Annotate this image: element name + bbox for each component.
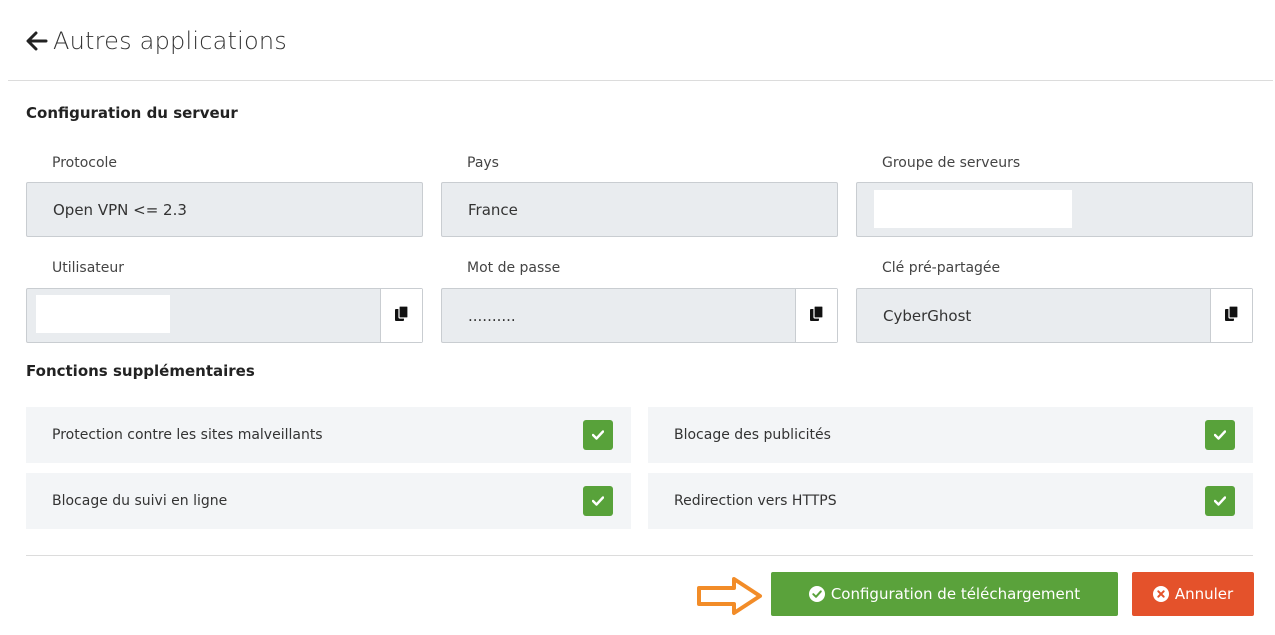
country-label: Pays — [467, 155, 499, 171]
country-value: France — [468, 200, 518, 219]
check-icon — [592, 496, 604, 506]
feature-row: Blocage des publicités — [648, 407, 1253, 463]
feature-label: Blocage du suivi en ligne — [52, 493, 228, 509]
password-field[interactable]: .......... — [441, 288, 838, 343]
psk-field[interactable]: CyberGhost — [856, 288, 1253, 343]
copy-password-button[interactable] — [795, 289, 837, 342]
copy-icon — [809, 304, 824, 326]
page-header: Autres applications — [8, 0, 1273, 81]
features-title: Fonctions supplémentaires — [26, 362, 255, 380]
check-icon — [592, 430, 604, 440]
psk-value: CyberGhost — [883, 306, 972, 325]
check-circle-icon — [808, 586, 825, 602]
feature-label: Protection contre les sites malveillants — [52, 427, 323, 443]
feature-row: Protection contre les sites malveillants — [26, 407, 631, 463]
check-icon — [1214, 430, 1226, 440]
feature-checkbox[interactable] — [583, 420, 613, 450]
user-label: Utilisateur — [52, 260, 125, 276]
redacted-mask — [874, 190, 1072, 228]
country-field[interactable]: France — [441, 182, 838, 237]
feature-row: Blocage du suivi en ligne — [26, 473, 631, 529]
feature-label: Redirection vers HTTPS — [674, 493, 837, 509]
copy-icon — [1224, 304, 1239, 326]
password-label: Mot de passe — [467, 260, 561, 276]
psk-label: Clé pré-partagée — [882, 260, 1001, 276]
cancel-label: Annuler — [1174, 585, 1234, 603]
check-icon — [1214, 496, 1226, 506]
feature-checkbox[interactable] — [1205, 420, 1235, 450]
feature-label: Blocage des publicités — [674, 427, 831, 443]
protocol-field[interactable]: Open VPN <= 2.3 — [26, 182, 423, 237]
feature-checkbox[interactable] — [1205, 486, 1235, 516]
download-config-label: Configuration de téléchargement — [830, 585, 1081, 603]
page-title: Autres applications — [53, 27, 287, 55]
arrow-right-annotation-icon — [697, 577, 762, 615]
password-value: .......... — [468, 306, 516, 325]
server-config-title: Configuration du serveur — [26, 104, 238, 122]
server-group-label: Groupe de serveurs — [882, 155, 1021, 171]
copy-icon — [394, 304, 409, 326]
feature-row: Redirection vers HTTPS — [648, 473, 1253, 529]
download-config-button[interactable]: Configuration de téléchargement — [771, 572, 1118, 616]
times-circle-icon — [1152, 586, 1169, 602]
protocol-value: Open VPN <= 2.3 — [53, 200, 187, 219]
cancel-button[interactable]: Annuler — [1132, 572, 1254, 616]
redacted-mask — [36, 295, 170, 333]
copy-psk-button[interactable] — [1210, 289, 1252, 342]
footer-divider — [26, 555, 1253, 556]
back-link[interactable]: Autres applications — [26, 27, 287, 55]
protocol-label: Protocole — [52, 155, 118, 171]
arrow-left-icon — [26, 31, 48, 51]
feature-checkbox[interactable] — [583, 486, 613, 516]
copy-user-button[interactable] — [380, 289, 422, 342]
